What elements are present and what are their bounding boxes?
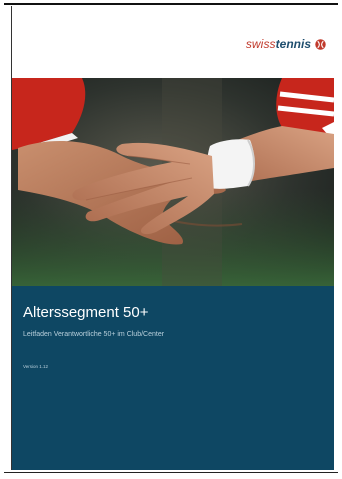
document-subtitle: Leitfaden Verantwortliche 50+ im Club/Ce… bbox=[23, 331, 165, 338]
logo-swiss-text: swiss bbox=[245, 37, 276, 51]
document-cover-page: swiss tennis Alterssegment 50+ Leitfaden… bbox=[11, 6, 334, 470]
bottom-rule bbox=[4, 472, 338, 473]
handshake-photo bbox=[12, 78, 334, 286]
top-rule bbox=[4, 3, 338, 5]
cover-title-panel: Alterssegment 50+ Leitfaden Verantwortli… bbox=[12, 286, 334, 470]
document-version: Version 1.12 bbox=[23, 364, 49, 369]
swisstennis-logo: swiss tennis bbox=[246, 37, 326, 51]
tennis-ball-icon bbox=[315, 38, 326, 50]
logo-tennis-text: tennis bbox=[275, 37, 311, 51]
handshake-illustration bbox=[12, 78, 334, 286]
document-title: Alterssegment 50+ bbox=[23, 304, 149, 321]
